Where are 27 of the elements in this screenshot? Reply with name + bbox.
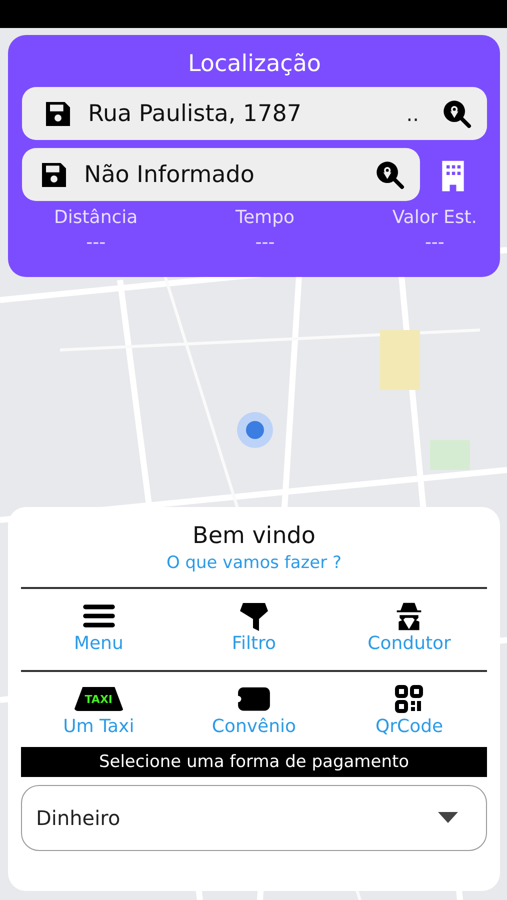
taxi-sign-icon: TAXI — [74, 687, 124, 711]
payment-heading: Selecione uma forma de pagamento — [21, 747, 487, 777]
stat-value: --- — [424, 232, 444, 253]
ellipsis-text: .. — [406, 102, 419, 126]
location-title: Localização — [188, 50, 321, 79]
welcome-title: Bem vindo — [192, 522, 316, 551]
map-search-icon[interactable] — [374, 158, 406, 190]
stat-label: Valor Est. — [392, 207, 477, 228]
action-button[interactable]: Condutor — [334, 599, 484, 656]
action-button[interactable]: Convênio — [178, 682, 329, 739]
stat-value: --- — [86, 232, 106, 253]
welcome-subtitle: O que vamos fazer ? — [166, 553, 342, 573]
stat-label: Tempo — [236, 207, 295, 228]
destination-field[interactable]: Não Informado — [22, 148, 420, 201]
action-button[interactable]: QrCode — [334, 682, 484, 739]
action-button[interactable]: Menu — [24, 599, 174, 656]
origin-field[interactable]: Rua Paulista, 1787 .. — [22, 87, 487, 140]
payment-dropdown[interactable]: Dinheiro — [21, 785, 487, 851]
destination-address: Não Informado — [84, 162, 256, 188]
action-button[interactable]: Filtro — [178, 599, 329, 656]
caret-icon — [438, 812, 458, 824]
location-dot-icon — [237, 412, 273, 448]
map-search-icon[interactable] — [441, 98, 473, 130]
stat-label: Distância — [54, 207, 138, 228]
stat-value: --- — [255, 232, 275, 253]
action-button[interactable]: TAXI Um Taxi — [24, 682, 174, 739]
origin-address: Rua Paulista, 1787 — [88, 100, 302, 126]
